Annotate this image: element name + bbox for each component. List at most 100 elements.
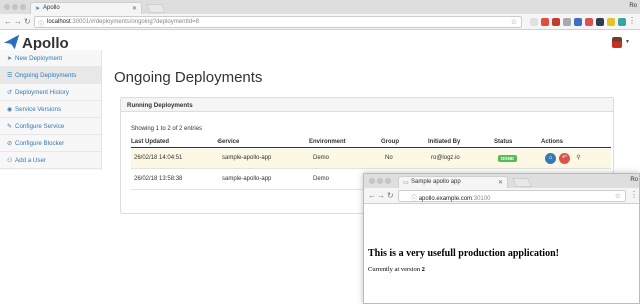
chevron-down-icon[interactable]: ▼: [625, 39, 630, 45]
sidebar-item-label: Service Versions: [15, 106, 62, 113]
sidebar-item-label: New Deployment: [15, 55, 63, 62]
sidebar-item-label: Configure Service: [15, 123, 65, 130]
cell-environment: Demo: [313, 176, 330, 182]
browser-menu-icon[interactable]: ⋮: [630, 190, 638, 199]
sidebar-item-label: Ongoing Deployments: [15, 72, 77, 79]
tab-close-icon[interactable]: ✕: [132, 5, 137, 12]
cell-group: No: [385, 155, 393, 161]
info-icon[interactable]: ⓘ: [411, 196, 417, 202]
url-path: :30001/#/deployments/ongoing?deploymentI…: [70, 19, 199, 25]
minimize-window-dot[interactable]: [12, 4, 18, 10]
browser-tab-apollo[interactable]: ➤ Apollo ✕: [30, 2, 142, 14]
tab-close-icon[interactable]: ✕: [498, 179, 503, 186]
sidebar-item-service-versions[interactable]: ◉ Service Versions: [0, 101, 101, 118]
minimize-window-dot[interactable]: [377, 178, 383, 184]
profile-name[interactable]: Ro: [629, 3, 637, 9]
extension-icon-5[interactable]: [574, 18, 582, 26]
new-tab-button[interactable]: [146, 4, 166, 13]
cell-service: sample-apollo-app: [222, 176, 272, 182]
extension-icon-1[interactable]: [530, 18, 538, 26]
cell-last-updated: 26/02/18 13:58:38: [134, 176, 183, 182]
back-arrow-icon[interactable]: ←: [4, 17, 12, 26]
popup-address-row: ← → ↻ ⓘ apollo.example.com:30100 ☆ ⋮: [364, 188, 639, 204]
version-text: Currently at version 2: [368, 266, 425, 273]
extension-icon-6[interactable]: [585, 18, 593, 26]
close-window-dot[interactable]: [369, 178, 375, 184]
url-input[interactable]: ⓘ localhost:30001/#/deployments/ongoing?…: [34, 16, 522, 28]
tab-title: Sample apollo app: [411, 179, 461, 185]
popup-browser-window: ▭ Sample apollo app ✕ Ro ← → ↻ ⓘ apollo.…: [363, 173, 640, 304]
page-title: Ongoing Deployments: [114, 69, 263, 86]
cell-initiated-by: ro@logz.io: [431, 155, 460, 161]
version-number: 2: [421, 266, 425, 273]
sidebar-item-label: Configure Blocker: [15, 140, 65, 147]
close-window-dot[interactable]: [4, 4, 10, 10]
column-header-initiated-by[interactable]: Initiated By: [428, 139, 460, 145]
column-header-last-updated[interactable]: Last Updated: [131, 139, 169, 145]
sidebar-item-add-user[interactable]: ⚇ Add a User: [0, 152, 101, 169]
url-host: apollo.example.com: [418, 196, 473, 202]
cell-service: sample-apollo-app: [222, 155, 272, 161]
column-header-group[interactable]: Group: [381, 139, 399, 145]
info-icon[interactable]: ⓘ: [38, 19, 44, 28]
apollo-logo-icon: [3, 34, 20, 50]
url-host: localhost: [47, 19, 71, 25]
table-row[interactable]: 26/02/18 14:04:51 sample-apollo-app Demo…: [131, 149, 611, 169]
column-header-actions: Actions: [541, 139, 564, 145]
back-arrow-icon[interactable]: ←: [368, 191, 376, 200]
browser-tab-sample-app[interactable]: ▭ Sample apollo app ✕: [398, 176, 508, 188]
ban-icon: ⊘: [7, 141, 13, 147]
extension-icon-3[interactable]: [552, 18, 560, 26]
extension-icon-7[interactable]: [596, 18, 604, 26]
new-tab-button[interactable]: [512, 178, 532, 187]
user-avatar[interactable]: [612, 37, 622, 48]
signal-icon[interactable]: ⚲: [573, 153, 584, 164]
table-header: Last Updated ▾ Service Environment Group…: [131, 138, 611, 148]
extension-icon-8[interactable]: [607, 18, 615, 26]
browser-tab-bar: ➤ Apollo ✕ Ro: [0, 0, 640, 14]
sidebar-item-label: Deployment History: [15, 89, 69, 96]
tab-title: Apollo: [43, 5, 60, 11]
apollo-favicon-icon: ➤: [35, 6, 41, 12]
extension-icon-9[interactable]: [618, 18, 626, 26]
sidebar-item-new-deployment[interactable]: ➤ New Deployment: [0, 50, 101, 67]
extension-icon-4[interactable]: [563, 18, 571, 26]
zoom-window-dot[interactable]: [385, 178, 391, 184]
version-prefix: Currently at version: [368, 266, 422, 273]
panel-title: Running Deployments: [121, 98, 613, 112]
extension-icon-2[interactable]: [541, 18, 549, 26]
eye-icon: ◉: [7, 107, 13, 113]
paper-plane-icon: ➤: [7, 56, 13, 62]
column-header-status[interactable]: Status: [494, 139, 512, 145]
forward-arrow-icon[interactable]: →: [14, 17, 22, 26]
sidebar-item-deployment-history[interactable]: ↺ Deployment History: [0, 84, 101, 101]
cell-environment: Demo: [313, 155, 330, 161]
popup-tab-bar: ▭ Sample apollo app ✕ Ro: [364, 174, 639, 188]
cell-last-updated: 26/02/18 14:04:51: [134, 155, 183, 161]
sidebar-item-label: Add a User: [15, 157, 46, 164]
app-heading: This is a very usefull production applic…: [368, 248, 559, 259]
url-port: :30100: [472, 196, 491, 202]
column-header-environment[interactable]: Environment: [309, 139, 346, 145]
home-icon[interactable]: ⌂: [545, 153, 556, 164]
zoom-window-dot[interactable]: [20, 4, 26, 10]
history-icon: ↺: [7, 90, 13, 96]
browser-menu-icon[interactable]: ⋮: [628, 16, 636, 25]
reload-icon[interactable]: ↻: [387, 191, 394, 200]
column-header-service[interactable]: Service: [218, 139, 239, 145]
sidebar: ➤ New Deployment ☰ Ongoing Deployments ↺ De…: [0, 50, 102, 170]
profile-name[interactable]: Ro: [630, 177, 638, 183]
document-icon: ▭: [403, 180, 409, 186]
forward-arrow-icon[interactable]: →: [377, 191, 385, 200]
edit-icon: ✎: [7, 124, 13, 130]
revert-icon[interactable]: ↶: [559, 153, 570, 164]
bookmark-star-icon[interactable]: ☆: [511, 18, 517, 26]
user-plus-icon: ⚇: [7, 158, 13, 164]
status-badge: DONE: [498, 155, 518, 162]
reload-icon[interactable]: ↻: [24, 17, 31, 26]
sidebar-item-configure-service[interactable]: ✎ Configure Service: [0, 118, 101, 135]
sidebar-item-ongoing-deployments[interactable]: ☰ Ongoing Deployments: [0, 67, 101, 84]
url-input[interactable]: ⓘ apollo.example.com:30100 ☆: [398, 190, 626, 202]
bookmark-star-icon[interactable]: ☆: [615, 192, 621, 200]
sidebar-item-configure-blocker[interactable]: ⊘ Configure Blocker: [0, 135, 101, 152]
